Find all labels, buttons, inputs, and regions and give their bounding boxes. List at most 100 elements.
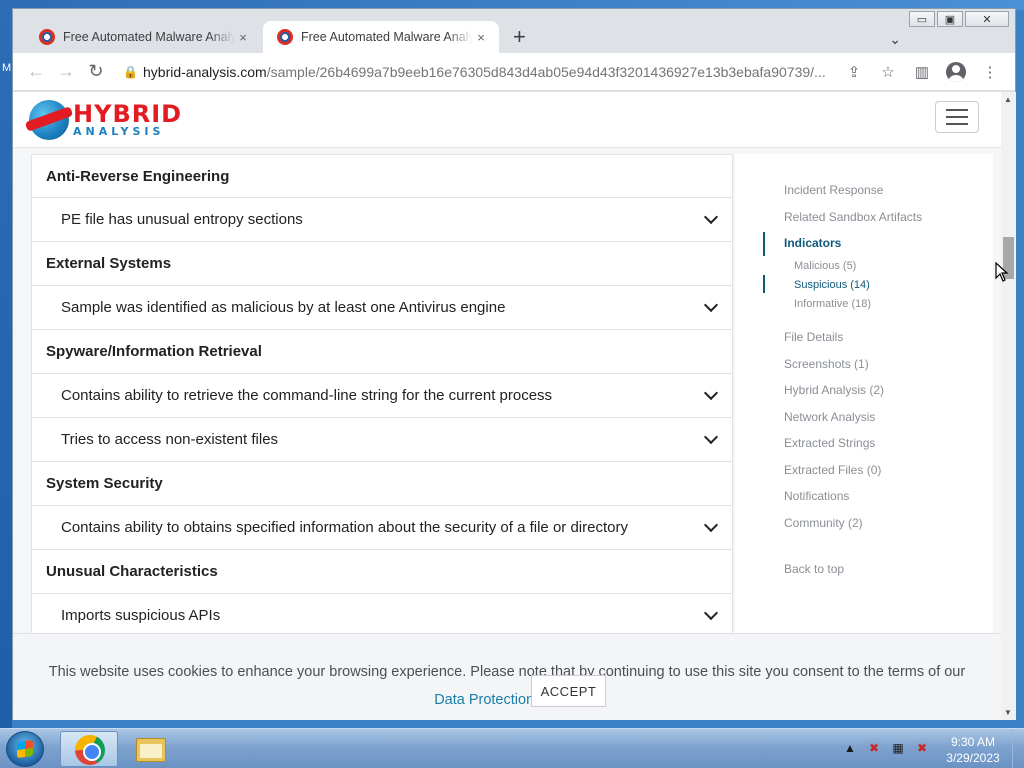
start-button[interactable]	[6, 731, 44, 767]
nav-link-file-details[interactable]: File Details	[784, 330, 843, 344]
chevron-down-icon[interactable]	[703, 429, 719, 444]
taskbar: ▲ ✖ ▦ ✖ 9:30 AM 3/29/2023	[0, 728, 1024, 768]
nav-link-malicious-5[interactable]: Malicious (5)	[794, 260, 856, 272]
nav-link-informative-18[interactable]: Informative (18)	[794, 298, 871, 310]
indicator-row[interactable]: Tries to access non-existent files	[32, 418, 732, 462]
side-panel-icon[interactable]: ▥	[907, 58, 937, 86]
indicator-category: Anti-Reverse Engineering	[32, 155, 732, 198]
url-host: hybrid-analysis.com	[143, 64, 267, 80]
chrome-icon	[75, 735, 105, 765]
nav-link-community-2[interactable]: Community (2)	[784, 516, 863, 530]
cookie-text: This website uses cookies to enhance you…	[48, 664, 966, 680]
nav-link-hybrid-analysis-2[interactable]: Hybrid Analysis (2)	[784, 383, 884, 397]
indicator-label: Imports suspicious APIs	[61, 607, 221, 624]
indicator-row[interactable]: Sample was identified as malicious by at…	[32, 286, 732, 330]
site-header: HYBRID ANALYSIS	[13, 92, 1001, 148]
page-scrollbar[interactable]: ▲ ▼	[1001, 92, 1016, 720]
nav-link-network-analysis[interactable]: Network Analysis	[784, 410, 875, 424]
favicon-icon	[39, 29, 55, 45]
accept-cookies-button[interactable]: ACCEPT	[531, 675, 606, 707]
chevron-down-icon[interactable]	[703, 297, 719, 312]
indicator-label: Tries to access non-existent files	[61, 431, 279, 448]
lock-icon[interactable]: 🔒	[123, 65, 143, 79]
hybrid-analysis-logo[interactable]: HYBRID ANALYSIS	[29, 100, 182, 140]
category-label: Spyware/Information Retrieval	[46, 343, 262, 360]
bookmark-star-icon[interactable]: ☆	[873, 58, 903, 86]
scroll-down-icon[interactable]: ▼	[1004, 708, 1012, 717]
indicator-label: PE file has unusual entropy sections	[61, 211, 303, 228]
nav-link-screenshots-1[interactable]: Screenshots (1)	[784, 357, 869, 371]
show-desktop-button[interactable]	[1012, 729, 1024, 768]
tab-1[interactable]: Free Automated Malware Analysis Service …	[25, 21, 261, 53]
tab-strip: Free Automated Malware Analysis Service …	[13, 17, 1015, 53]
browser-menu-icon[interactable]: ⋮	[975, 58, 1005, 86]
profile-button[interactable]	[941, 58, 971, 86]
category-label: Anti-Reverse Engineering	[46, 167, 230, 185]
share-icon[interactable]: ⇪	[839, 58, 869, 86]
taskbar-chrome[interactable]	[60, 731, 118, 767]
scroll-up-icon[interactable]: ▲	[1004, 95, 1012, 104]
chevron-down-icon[interactable]	[703, 605, 719, 620]
nav-link-suspicious-14[interactable]: Suspicious (14)	[794, 279, 870, 291]
indicator-category: Unusual Characteristics	[32, 550, 732, 594]
chevron-down-icon[interactable]	[703, 385, 719, 400]
category-label: System Security	[46, 475, 163, 492]
chevron-down-icon[interactable]	[703, 209, 719, 224]
desktop-icon-label[interactable]: M	[2, 62, 11, 74]
address-bar[interactable]: 🔒 hybrid-analysis.com /sample/26b4699a7b…	[123, 58, 883, 86]
toolbar-actions: ⇪ ☆ ▥ ⋮	[839, 58, 1005, 86]
network-icon[interactable]: ▦	[890, 741, 906, 755]
volume-muted-icon[interactable]: ✖	[914, 741, 930, 755]
reload-button[interactable]: ↻	[81, 57, 111, 87]
nav-link-indicators[interactable]: Indicators	[784, 236, 841, 250]
tab-search-chevron-icon[interactable]: ⌄	[889, 31, 901, 48]
cookie-banner: This website uses cookies to enhance you…	[13, 633, 1001, 720]
action-center-icon[interactable]: ✖	[866, 741, 882, 755]
url-path: /sample/26b4699a7b9eeb16e76305d843d4ab05…	[266, 64, 826, 80]
indicator-row[interactable]: PE file has unusual entropy sections	[32, 198, 732, 242]
nav-link-related-sandbox-artifacts[interactable]: Related Sandbox Artifacts	[784, 210, 922, 224]
indicator-row[interactable]: Contains ability to retrieve the command…	[32, 374, 732, 418]
system-tray: ▲ ✖ ▦ ✖	[842, 741, 930, 755]
nav-link-incident-response[interactable]: Incident Response	[784, 183, 883, 197]
clock-time: 9:30 AM	[950, 735, 996, 749]
browser-window: ▭ ▣ ✕ Free Automated Malware Analysis Se…	[12, 8, 1016, 720]
nav-link-extracted-files-0[interactable]: Extracted Files (0)	[784, 463, 881, 477]
hamburger-menu-button[interactable]	[935, 101, 979, 133]
tab-2-active[interactable]: Free Automated Malware Analysis Service …	[263, 21, 499, 53]
category-label: External Systems	[46, 255, 172, 272]
favicon-icon	[277, 29, 293, 45]
tab-title: Free Automated Malware Analysis Service	[301, 30, 473, 44]
show-hidden-icons-icon[interactable]: ▲	[842, 741, 858, 755]
web-page: HYBRID ANALYSIS Anti-Reverse Engineering…	[13, 92, 1001, 720]
logo-globe-icon	[29, 100, 69, 140]
taskbar-explorer[interactable]	[122, 731, 180, 767]
nav-link-notifications[interactable]: Notifications	[784, 489, 849, 503]
browser-toolbar: ← → ↻ 🔒 hybrid-analysis.com /sample/26b4…	[13, 53, 1015, 91]
indicator-row[interactable]: Contains ability to obtains specified in…	[32, 506, 732, 550]
tab-close-icon[interactable]: ×	[473, 30, 489, 45]
indicator-row[interactable]: Imports suspicious APIs	[32, 594, 732, 638]
avatar-icon	[946, 62, 966, 82]
tab-close-icon[interactable]: ×	[235, 30, 251, 45]
clock-date: 3/29/2023	[946, 751, 1000, 765]
logo-text-top: HYBRID	[73, 100, 183, 128]
chevron-down-icon[interactable]	[703, 517, 719, 532]
new-tab-button[interactable]: +	[513, 26, 526, 48]
desktop-edge: M	[0, 0, 12, 728]
folder-icon	[136, 738, 166, 762]
system-clock[interactable]: 9:30 AM 3/29/2023	[938, 734, 1008, 766]
nav-link-back-to-top[interactable]: Back to top	[784, 562, 844, 576]
forward-button[interactable]: →	[51, 57, 81, 87]
indicator-category: System Security	[32, 462, 732, 506]
tab-title: Free Automated Malware Analysis Service	[63, 30, 235, 44]
back-button[interactable]: ←	[21, 57, 51, 87]
mouse-cursor-icon	[995, 261, 1009, 287]
indicator-label: Contains ability to obtains specified in…	[61, 519, 628, 536]
indicator-label: Contains ability to retrieve the command…	[61, 387, 553, 404]
cookie-message: This website uses cookies to enhance you…	[37, 658, 977, 714]
category-label: Unusual Characteristics	[46, 563, 218, 580]
active-nav-marker	[763, 275, 765, 293]
nav-link-extracted-strings[interactable]: Extracted Strings	[784, 436, 875, 450]
indicator-label: Sample was identified as malicious by at…	[61, 299, 506, 316]
